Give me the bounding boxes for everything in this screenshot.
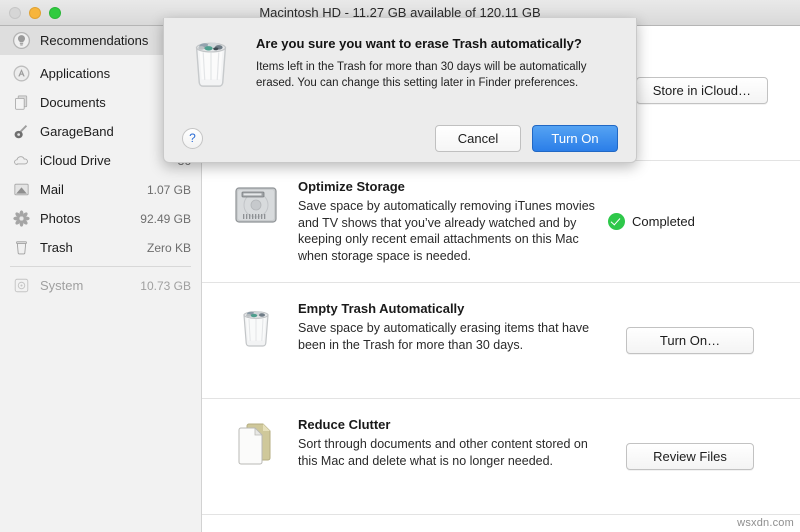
- photos-icon: [12, 209, 31, 228]
- recommendation-description: Save space by automatically removing iTu…: [298, 199, 595, 263]
- erase-trash-confirmation-dialog: Are you sure you want to erase Trash aut…: [163, 18, 637, 163]
- dialog-title: Are you sure you want to erase Trash aut…: [256, 36, 582, 51]
- app-store-icon: [12, 64, 31, 83]
- recommendation-text: Empty Trash Automatically Save space by …: [298, 301, 598, 353]
- sidebar-item-size: 10.73 GB: [140, 278, 191, 293]
- trash-icon: [12, 238, 31, 257]
- garageband-icon: [12, 122, 31, 141]
- sidebar-item-size: Zero KB: [146, 240, 191, 255]
- recommendation-action: Completed: [604, 213, 754, 230]
- dialog-message: Items left in the Trash for more than 30…: [256, 61, 587, 89]
- recommendation-text: Optimize Storage Save space by automatic…: [298, 179, 598, 264]
- recommendation-text: Reduce Clutter Sort through documents an…: [298, 417, 598, 469]
- sidebar-item-size: 1.07 GB: [146, 182, 191, 197]
- dialog-body: Are you sure you want to erase Trash aut…: [164, 18, 636, 92]
- sidebar-item-label: Applications: [40, 66, 111, 81]
- documents-icon: [12, 93, 31, 112]
- cancel-button[interactable]: Cancel: [435, 124, 521, 152]
- sidebar-item-label: Trash: [40, 240, 73, 255]
- dialog-buttons: Cancel Turn On: [435, 124, 618, 152]
- recommendation-title: Empty Trash Automatically: [298, 301, 465, 316]
- dialog-text: Are you sure you want to erase Trash aut…: [256, 32, 616, 92]
- system-icon: [12, 276, 31, 295]
- review-files-button[interactable]: Review Files: [626, 443, 754, 470]
- recommendation-title: Reduce Clutter: [298, 417, 391, 432]
- recommendation-description: Save space by automatically erasing item…: [298, 321, 590, 352]
- recommendation-row-empty-trash: Empty Trash Automatically Save space by …: [202, 283, 800, 399]
- recommendation-action: Review Files: [604, 443, 754, 470]
- sidebar-item-label: iCloud Drive: [40, 153, 111, 168]
- sidebar-item-label: Mail: [40, 182, 64, 197]
- watermark: wsxdn.com: [737, 517, 794, 529]
- sidebar-item-label: Photos: [40, 211, 81, 226]
- turn-on-confirm-button[interactable]: Turn On: [532, 124, 618, 152]
- recommendation-row-reduce-clutter: Reduce Clutter Sort through documents an…: [202, 399, 800, 515]
- mail-icon: [12, 180, 31, 199]
- trash-icon: [182, 32, 240, 92]
- recommendation-title: Optimize Storage: [298, 179, 405, 194]
- icloud-icon: [12, 151, 31, 170]
- sidebar-item-label: System: [40, 278, 84, 293]
- dialog-footer: ? Cancel Turn On: [164, 114, 636, 162]
- hard-drive-icon: [232, 181, 280, 229]
- sidebar-item-photos[interactable]: Photos 92.49 GB: [0, 204, 201, 233]
- sidebar-item-mail[interactable]: Mail 1.07 GB: [0, 175, 201, 204]
- turn-on-button[interactable]: Turn On…: [626, 327, 754, 354]
- sidebar-item-size: 92.49 GB: [140, 211, 191, 226]
- sidebar-item-label: Documents: [40, 95, 106, 110]
- check-circle-icon: [608, 213, 625, 230]
- help-button[interactable]: ?: [182, 127, 203, 149]
- store-in-icloud-button-wrap: Store in iCloud…: [635, 77, 768, 104]
- recommendation-row-optimize-storage: Optimize Storage Save space by automatic…: [202, 161, 800, 283]
- recommendation-description: Sort through documents and other content…: [298, 437, 588, 468]
- storage-management-window: Macintosh HD - 11.27 GB available of 120…: [0, 0, 800, 532]
- status-badge: Completed: [604, 213, 754, 230]
- status-label: Completed: [632, 214, 695, 229]
- trash-icon: [232, 303, 280, 351]
- sidebar-item-label: GarageBand: [40, 124, 114, 139]
- recommendation-action: Turn On…: [604, 327, 754, 354]
- sidebar-item-trash[interactable]: Trash Zero KB: [0, 233, 201, 262]
- sidebar-item-system[interactable]: System 10.73 GB: [0, 271, 201, 300]
- store-in-icloud-button[interactable]: Store in iCloud…: [635, 77, 768, 104]
- documents-icon: [232, 419, 280, 467]
- sidebar-divider: [10, 266, 191, 267]
- lightbulb-icon: [12, 31, 31, 50]
- sidebar-item-label: Recommendations: [40, 33, 149, 48]
